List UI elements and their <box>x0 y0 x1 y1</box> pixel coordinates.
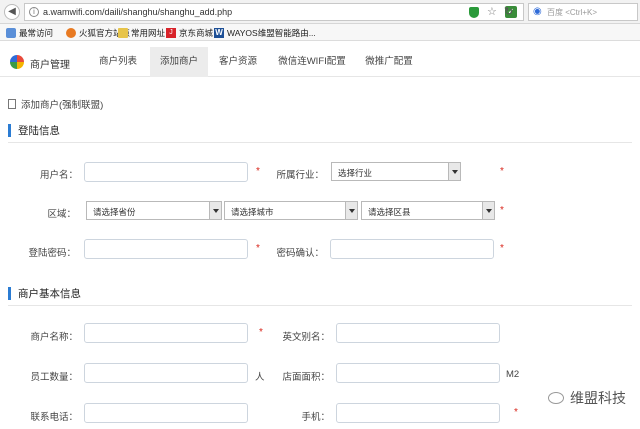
password-label: 登陆密码： <box>28 248 76 259</box>
required-mark: * <box>500 166 504 177</box>
required-mark: * <box>514 407 518 418</box>
chevron-down-icon[interactable] <box>345 202 357 219</box>
tab-customer-resources[interactable]: 客户资源 <box>210 47 266 77</box>
back-icon[interactable]: ◀ <box>4 4 20 20</box>
password-confirm-input[interactable] <box>330 239 494 259</box>
merchant-name-label: 商户名称： <box>30 332 78 343</box>
search-engine-icon: ◉ <box>533 6 542 17</box>
tab-promotion-config[interactable]: 微推广配置 <box>358 47 420 77</box>
province-select-value: 请选择省份 <box>93 207 136 217</box>
staff-count-input[interactable] <box>84 363 248 383</box>
password-confirm-label: 密码确认： <box>276 248 324 259</box>
city-select-value: 请选择城市 <box>231 207 274 217</box>
mobile-label: 手机： <box>301 412 330 423</box>
bookmarks-bar: 最常访问 火狐官方站点 常用网址 J 京东商城 W WAYOS维盟智能路由... <box>0 24 640 41</box>
staff-count-label: 员工数量： <box>30 372 78 383</box>
firefox-icon <box>66 27 76 38</box>
section-accent-bar <box>8 124 11 137</box>
province-select[interactable]: 请选择省份 <box>86 201 222 220</box>
top-navigation: 商户管理 商户列表 添加商户 客户资源 微信连WIFI配置 微推广配置 <box>0 47 640 77</box>
breadcrumb-label: 添加商户(强制联盟) <box>21 100 104 111</box>
chevron-down-icon[interactable] <box>448 163 460 180</box>
bookmark-wayos[interactable]: W WAYOS维盟智能路由... <box>214 26 316 39</box>
bookmark-label: 最常访问 <box>19 27 54 38</box>
english-name-input[interactable] <box>336 323 500 343</box>
folder-icon <box>118 27 128 38</box>
required-mark: * <box>256 243 260 254</box>
section-login-info: 登陆信息 <box>8 121 632 143</box>
brand-title[interactable]: 商户管理 <box>30 56 70 71</box>
district-select-value: 请选择区县 <box>368 207 411 217</box>
search-box[interactable]: ◉ 百度 <Ctrl+K> <box>528 3 638 21</box>
required-mark: * <box>500 243 504 254</box>
section-title: 商户基本信息 <box>18 288 81 300</box>
wayos-icon: W <box>214 27 224 38</box>
required-mark: * <box>256 166 260 177</box>
address-url[interactable]: a.wamwifi.com/daili/shanghu/shanghu_add.… <box>43 7 232 17</box>
chevron-down-icon[interactable] <box>209 202 221 219</box>
industry-label: 所属行业： <box>276 170 324 181</box>
jd-icon: J <box>166 27 176 38</box>
bookmark-common-sites[interactable]: 常用网址 <box>118 26 165 39</box>
breadcrumb: 添加商户(强制联盟) <box>8 97 103 111</box>
document-icon <box>8 99 16 109</box>
bookmark-most-visited[interactable]: 最常访问 <box>6 26 53 39</box>
chevron-down-icon[interactable] <box>482 202 494 219</box>
reload-icon[interactable]: ↻ <box>504 5 513 18</box>
store-area-label: 店面面积： <box>282 372 330 383</box>
phone-input[interactable] <box>84 403 248 423</box>
address-bar[interactable]: i a.wamwifi.com/daili/shanghu/shanghu_ad… <box>24 3 524 21</box>
logo-icon <box>10 55 24 69</box>
city-select[interactable]: 请选择城市 <box>224 201 358 220</box>
industry-select-value: 选择行业 <box>338 168 373 178</box>
phone-label: 联系电话： <box>30 412 78 423</box>
username-input[interactable] <box>84 162 248 182</box>
search-placeholder: 百度 <Ctrl+K> <box>547 8 598 17</box>
wechat-icon <box>548 392 564 404</box>
store-area-input[interactable] <box>336 363 500 383</box>
bookmark-jd[interactable]: J 京东商城 <box>166 26 213 39</box>
bookmark-icon <box>6 27 16 38</box>
required-mark: * <box>500 205 504 216</box>
mobile-input[interactable] <box>336 403 500 423</box>
password-input[interactable] <box>84 239 248 259</box>
watermark-text: 维盟科技 <box>570 390 626 406</box>
watermark: 维盟科技 <box>548 388 626 408</box>
required-mark: * <box>259 327 263 338</box>
shield-icon[interactable] <box>469 7 479 18</box>
bookmark-label: WAYOS维盟智能路由... <box>227 27 316 38</box>
site-info-icon[interactable]: i <box>29 7 39 17</box>
industry-select[interactable]: 选择行业 <box>331 162 461 181</box>
section-title: 登陆信息 <box>18 125 60 137</box>
tab-wechat-wifi-config[interactable]: 微信连WIFI配置 <box>276 47 348 77</box>
section-basic-info: 商户基本信息 <box>8 284 632 306</box>
district-select[interactable]: 请选择区县 <box>361 201 495 220</box>
bookmark-label: 京东商城 <box>179 27 214 38</box>
bookmark-label: 常用网址 <box>131 27 166 38</box>
region-label: 区域： <box>47 209 76 220</box>
area-unit: M2 <box>506 369 520 380</box>
tab-merchant-list[interactable]: 商户列表 <box>90 47 146 77</box>
merchant-name-input[interactable] <box>84 323 248 343</box>
staff-unit: 人 <box>255 372 265 383</box>
username-label: 用户名： <box>40 170 79 181</box>
tab-add-merchant[interactable]: 添加商户 <box>150 47 208 77</box>
section-accent-bar <box>8 287 11 300</box>
english-name-label: 英文别名： <box>282 332 330 343</box>
browser-toolbar: ◀ i a.wamwifi.com/daili/shanghu/shanghu_… <box>0 0 640 24</box>
star-icon[interactable]: ☆ <box>487 5 497 18</box>
